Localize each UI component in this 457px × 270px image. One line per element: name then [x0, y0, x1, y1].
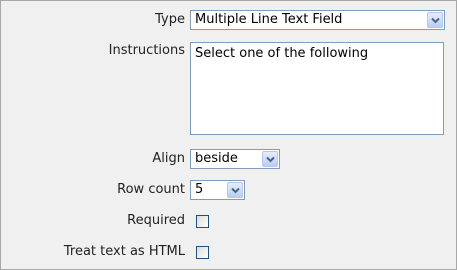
align-dropdown-button[interactable] — [262, 151, 278, 167]
align-label: Align — [152, 151, 185, 166]
row-count-select-value: 5 — [195, 182, 204, 197]
type-dropdown-button[interactable] — [427, 12, 443, 28]
instructions-label: Instructions — [108, 43, 185, 58]
treat-as-html-label: Treat text as HTML — [63, 244, 185, 259]
chevron-down-icon — [266, 156, 275, 163]
instructions-textarea[interactable]: Select one of the following — [190, 42, 444, 135]
chevron-down-icon — [431, 17, 440, 24]
type-label: Type — [155, 12, 185, 27]
chevron-down-icon — [231, 187, 240, 194]
align-select-value: beside — [195, 151, 238, 166]
required-checkbox[interactable] — [196, 215, 209, 228]
align-select[interactable]: beside — [190, 149, 280, 169]
required-label: Required — [127, 213, 185, 228]
type-select[interactable]: Multiple Line Text Field — [190, 10, 445, 30]
row-count-dropdown-button[interactable] — [227, 182, 243, 198]
row-count-label: Row count — [117, 182, 185, 197]
field-properties-panel: Type Multiple Line Text Field Instructio… — [0, 0, 457, 270]
type-select-value: Multiple Line Text Field — [195, 12, 343, 27]
treat-as-html-checkbox[interactable] — [196, 246, 209, 259]
row-count-select[interactable]: 5 — [190, 180, 245, 200]
